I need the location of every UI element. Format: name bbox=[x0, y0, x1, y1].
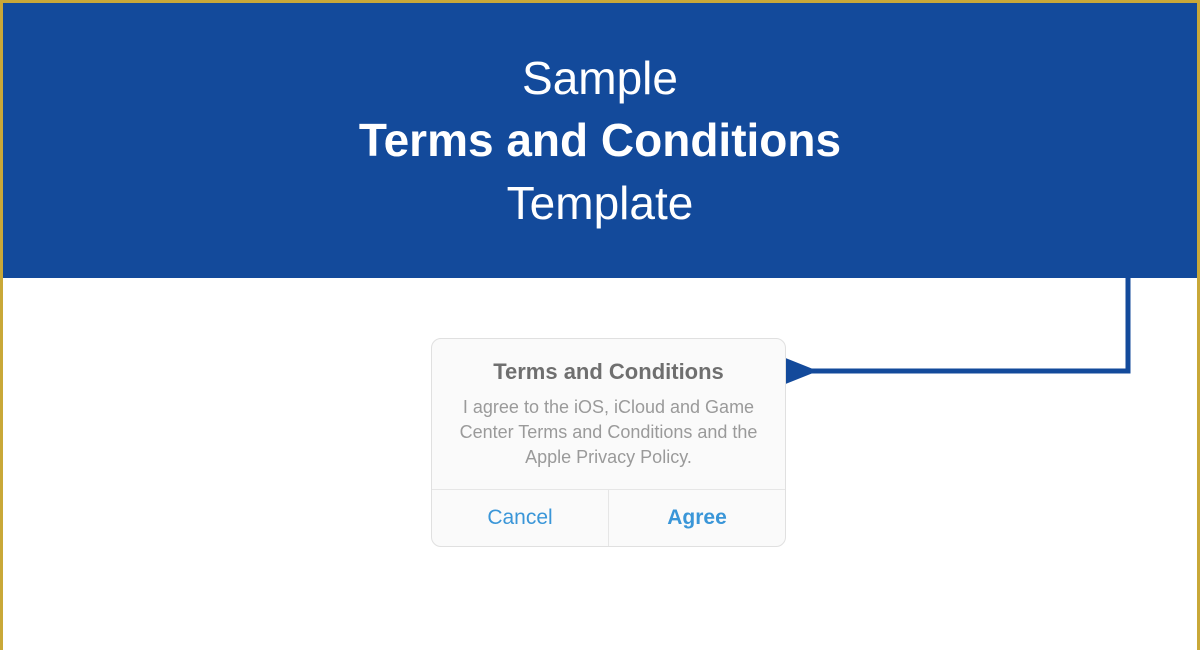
agree-button[interactable]: Agree bbox=[609, 490, 785, 546]
cancel-button[interactable]: Cancel bbox=[432, 490, 609, 546]
header-line-1: Sample bbox=[522, 47, 678, 109]
callout-arrow bbox=[793, 278, 1153, 428]
dialog-button-row: Cancel Agree bbox=[432, 489, 785, 546]
header-line-3: Template bbox=[507, 172, 694, 234]
dialog-title: Terms and Conditions bbox=[452, 359, 765, 385]
header-banner: Sample Terms and Conditions Template bbox=[3, 3, 1197, 278]
terms-dialog: Terms and Conditions I agree to the iOS,… bbox=[431, 338, 786, 547]
dialog-text: I agree to the iOS, iCloud and Game Cent… bbox=[452, 395, 765, 471]
page-frame: Sample Terms and Conditions Template Ter… bbox=[0, 0, 1200, 650]
dialog-body: Terms and Conditions I agree to the iOS,… bbox=[432, 339, 785, 489]
header-line-2: Terms and Conditions bbox=[359, 109, 841, 171]
lower-area: Terms and Conditions I agree to the iOS,… bbox=[3, 278, 1197, 650]
